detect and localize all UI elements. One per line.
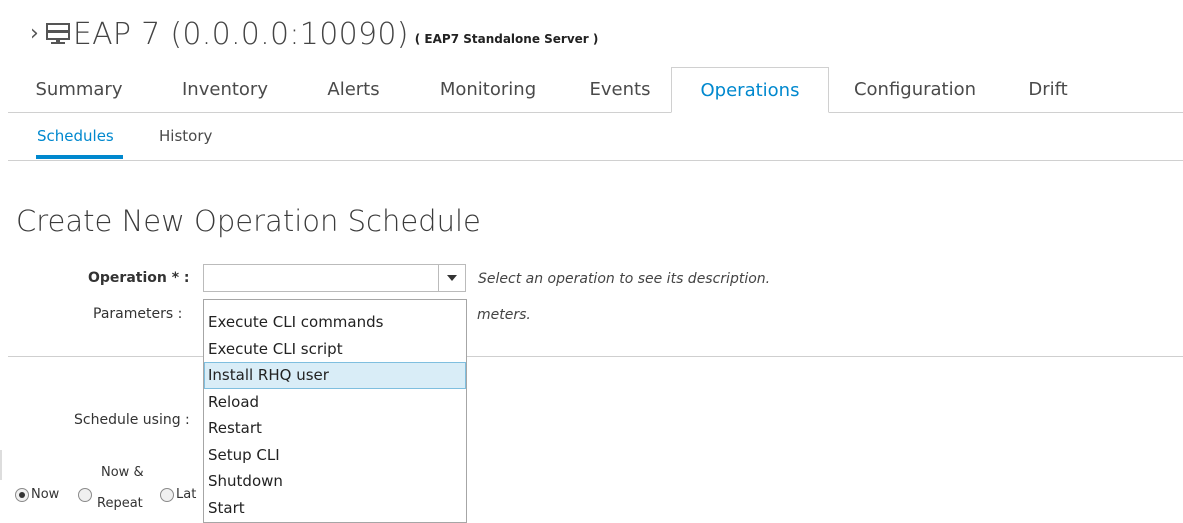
resource-title: EAP 7 (0.0.0.0:10090) [72, 16, 409, 52]
dropdown-option-start[interactable]: Start [204, 495, 466, 522]
tab-inventory[interactable]: Inventory [150, 67, 300, 112]
page-title: Create New Operation Schedule [16, 204, 481, 238]
radio-now-label: Now [31, 487, 60, 502]
dropdown-option-shutdown[interactable]: Shutdown [204, 468, 466, 495]
dropdown-option-restart[interactable]: Restart [204, 415, 466, 442]
subtab-history[interactable]: History [159, 127, 212, 145]
sub-tabs: Schedules History [8, 113, 1183, 161]
parameters-label: Parameters : [93, 306, 183, 322]
dropdown-option-install-rhq-user[interactable]: Install RHQ user [204, 362, 466, 389]
operation-description-hint: Select an operation to see its descripti… [478, 271, 771, 287]
radio-now-repeat-label-line1: Now & [101, 465, 144, 480]
dropdown-option-execute-cli-script[interactable]: Execute CLI script [204, 336, 466, 363]
resource-type-subtitle: ( EAP7 Standalone Server ) [414, 32, 599, 46]
parameters-hint: meters. [477, 307, 531, 323]
chevron-down-icon [447, 275, 457, 281]
server-icon [45, 22, 71, 46]
page-header: › EAP 7 (0.0.0.0:10090) ( EAP7 Standalon… [30, 12, 598, 56]
dropdown-option-execute-cli-commands[interactable]: Execute CLI commands [204, 309, 466, 336]
section-divider [8, 356, 1183, 357]
tab-alerts[interactable]: Alerts [300, 67, 407, 112]
radio-now[interactable] [15, 488, 29, 502]
tab-events[interactable]: Events [569, 67, 671, 112]
radio-later-label: Lat [176, 487, 197, 502]
subtab-schedules[interactable]: Schedules [37, 127, 114, 145]
breadcrumb-chevron-icon[interactable]: › [30, 23, 39, 45]
operation-select[interactable] [203, 264, 466, 292]
tab-configuration[interactable]: Configuration [829, 67, 1001, 112]
radio-now-repeat-label-line2: Repeat [97, 496, 143, 511]
tab-drift[interactable]: Drift [1001, 67, 1095, 112]
tab-summary[interactable]: Summary [8, 67, 150, 112]
main-tabs: Summary Inventory Alerts Monitoring Even… [8, 67, 1183, 113]
tab-operations[interactable]: Operations [671, 67, 829, 113]
tab-monitoring[interactable]: Monitoring [407, 67, 569, 112]
operation-select-toggle[interactable] [438, 265, 465, 291]
operation-label: Operation * : [88, 270, 190, 286]
radio-now-repeat[interactable] [78, 488, 92, 502]
radio-later[interactable] [160, 488, 174, 502]
panel-edge [0, 450, 2, 480]
schedule-using-label: Schedule using : [74, 412, 190, 428]
dropdown-option-setup-cli[interactable]: Setup CLI [204, 442, 466, 469]
operation-dropdown-list: Execute CLI commands Execute CLI script … [203, 299, 467, 523]
active-subtab-indicator [36, 155, 123, 159]
dropdown-option-reload[interactable]: Reload [204, 389, 466, 416]
